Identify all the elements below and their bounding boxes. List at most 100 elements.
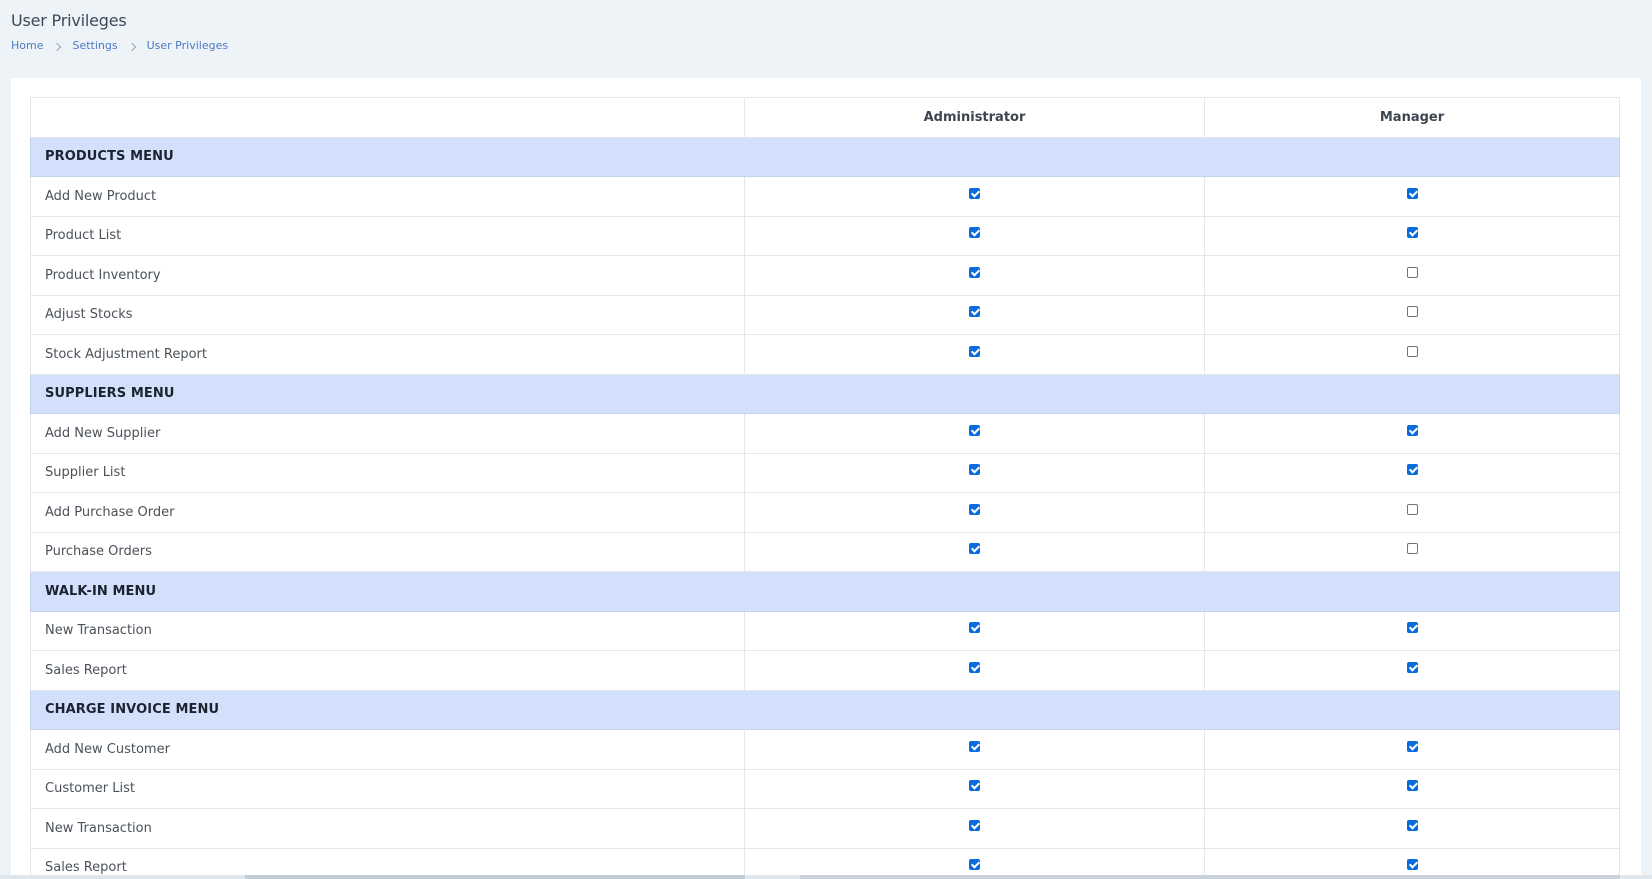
privileges-table-body: PRODUCTS MENU Add New Product Product List… xyxy=(30,136,1620,879)
breadcrumb-current-link[interactable]: User Privileges xyxy=(147,39,228,52)
section-header-row: SUPPLIERS MENU xyxy=(30,373,1620,414)
administrator-permission-checkbox[interactable] xyxy=(969,464,980,476)
privilege-row: Stock Adjustment Report xyxy=(30,334,1620,375)
manager-cell xyxy=(1204,413,1620,454)
privilege-label: Sales Report xyxy=(30,650,745,691)
manager-cell xyxy=(1204,492,1620,533)
administrator-cell xyxy=(744,215,1205,256)
chevron-right-icon xyxy=(127,42,136,51)
manager-cell xyxy=(1204,729,1620,770)
administrator-permission-checkbox[interactable] xyxy=(969,622,980,634)
administrator-permission-checkbox[interactable] xyxy=(969,345,980,357)
privilege-row: Supplier List xyxy=(30,452,1620,493)
administrator-cell xyxy=(744,334,1205,375)
administrator-permission-checkbox[interactable] xyxy=(969,780,980,792)
administrator-cell xyxy=(744,294,1205,335)
manager-cell xyxy=(1204,294,1620,335)
administrator-permission-checkbox[interactable] xyxy=(969,424,980,436)
section-header-row: WALK-IN MENU xyxy=(30,571,1620,612)
administrator-permission-checkbox[interactable] xyxy=(969,306,980,318)
manager-permission-checkbox[interactable] xyxy=(1406,227,1418,239)
manager-cell xyxy=(1204,531,1620,572)
manager-cell xyxy=(1204,176,1620,217)
manager-cell xyxy=(1204,334,1620,375)
administrator-permission-checkbox[interactable] xyxy=(969,503,980,515)
page-title: User Privileges xyxy=(11,11,127,30)
manager-permission-checkbox[interactable] xyxy=(1406,819,1418,831)
administrator-cell xyxy=(744,729,1205,770)
privilege-label: Purchase Orders xyxy=(30,531,745,572)
section-title: PRODUCTS MENU xyxy=(30,136,1620,177)
administrator-cell xyxy=(744,255,1205,296)
privilege-label: New Transaction xyxy=(30,808,745,849)
administrator-cell xyxy=(744,176,1205,217)
administrator-permission-checkbox[interactable] xyxy=(969,266,980,278)
administrator-cell xyxy=(744,531,1205,572)
breadcrumb-settings-link[interactable]: Settings xyxy=(72,39,117,52)
privilege-row: Sales Report xyxy=(30,650,1620,691)
privilege-row: Add New Customer xyxy=(30,729,1620,770)
section-header-row: CHARGE INVOICE MENU xyxy=(30,689,1620,730)
column-header-administrator: Administrator xyxy=(744,97,1205,138)
privilege-label: Add New Product xyxy=(30,176,745,217)
administrator-cell xyxy=(744,768,1205,809)
privilege-row: Add New Supplier xyxy=(30,413,1620,454)
manager-cell xyxy=(1204,215,1620,256)
manager-cell xyxy=(1204,650,1620,691)
administrator-cell xyxy=(744,492,1205,533)
privilege-row: Customer List xyxy=(30,768,1620,809)
manager-cell xyxy=(1204,768,1620,809)
manager-permission-checkbox[interactable] xyxy=(1406,187,1418,199)
breadcrumb-home-link[interactable]: Home xyxy=(11,39,43,52)
privilege-label: Customer List xyxy=(30,768,745,809)
privilege-label: Stock Adjustment Report xyxy=(30,334,745,375)
section-title: WALK-IN MENU xyxy=(30,571,1620,612)
manager-permission-checkbox[interactable] xyxy=(1406,622,1418,634)
privilege-row: Product Inventory xyxy=(30,255,1620,296)
manager-permission-checkbox[interactable] xyxy=(1406,740,1418,752)
privileges-table: Administrator Manager PRODUCTS MENU Add N… xyxy=(30,97,1620,879)
manager-permission-checkbox[interactable] xyxy=(1406,424,1418,436)
breadcrumb: Home Settings User Privileges xyxy=(11,39,228,52)
section-title: CHARGE INVOICE MENU xyxy=(30,689,1620,730)
chevron-right-icon xyxy=(53,42,62,51)
privilege-label: New Transaction xyxy=(30,610,745,651)
privilege-label: Adjust Stocks xyxy=(30,294,745,335)
privilege-label: Product Inventory xyxy=(30,255,745,296)
manager-permission-checkbox[interactable] xyxy=(1406,266,1418,278)
administrator-permission-checkbox[interactable] xyxy=(969,819,980,831)
manager-cell xyxy=(1204,808,1620,849)
administrator-permission-checkbox[interactable] xyxy=(969,859,980,871)
manager-permission-checkbox[interactable] xyxy=(1406,780,1418,792)
privilege-row: Add New Product xyxy=(30,176,1620,217)
administrator-cell xyxy=(744,650,1205,691)
manager-permission-checkbox[interactable] xyxy=(1406,661,1418,673)
privilege-label: Add Purchase Order xyxy=(30,492,745,533)
column-header-manager: Manager xyxy=(1204,97,1620,138)
privilege-label: Product List xyxy=(30,215,745,256)
manager-cell xyxy=(1204,452,1620,493)
administrator-permission-checkbox[interactable] xyxy=(969,187,980,199)
privilege-row: Product List xyxy=(30,215,1620,256)
section-title: SUPPLIERS MENU xyxy=(30,373,1620,414)
privilege-label: Supplier List xyxy=(30,452,745,493)
page-header: User Privileges Home Settings User Privi… xyxy=(11,11,228,52)
administrator-cell xyxy=(744,808,1205,849)
administrator-permission-checkbox[interactable] xyxy=(969,543,980,555)
administrator-permission-checkbox[interactable] xyxy=(969,740,980,752)
administrator-cell xyxy=(744,413,1205,454)
manager-permission-checkbox[interactable] xyxy=(1406,503,1418,515)
manager-permission-checkbox[interactable] xyxy=(1406,464,1418,476)
manager-cell xyxy=(1204,610,1620,651)
administrator-cell xyxy=(744,610,1205,651)
column-header-blank xyxy=(30,97,745,138)
manager-permission-checkbox[interactable] xyxy=(1406,859,1418,871)
manager-permission-checkbox[interactable] xyxy=(1406,543,1418,555)
manager-permission-checkbox[interactable] xyxy=(1406,306,1418,318)
privilege-row: New Transaction xyxy=(30,610,1620,651)
administrator-permission-checkbox[interactable] xyxy=(969,661,980,673)
administrator-permission-checkbox[interactable] xyxy=(969,227,980,239)
horizontal-scrollbar-thumb[interactable] xyxy=(245,875,745,879)
privilege-label: Add New Supplier xyxy=(30,413,745,454)
manager-permission-checkbox[interactable] xyxy=(1406,345,1418,357)
